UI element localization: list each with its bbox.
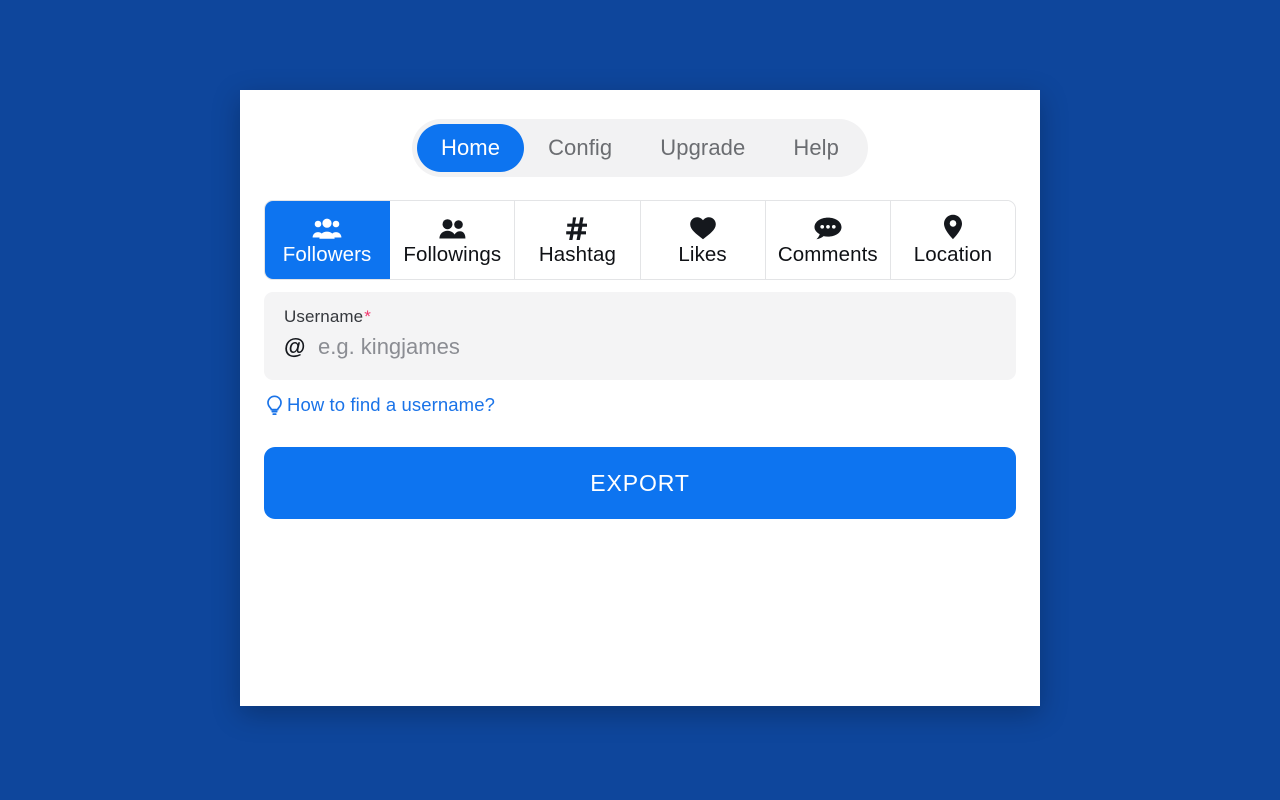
comment-bubble-icon	[813, 214, 843, 240]
username-label: Username	[284, 307, 364, 326]
nav-item-home-label: Home	[440, 135, 501, 160]
nav-item-help[interactable]: Help	[769, 124, 863, 172]
tab-followings-label: Followings	[403, 242, 502, 266]
required-asterisk: *	[364, 307, 371, 326]
tab-location[interactable]: Location	[890, 201, 1015, 279]
nav-item-upgrade[interactable]: Upgrade	[636, 124, 769, 172]
lightbulb-icon	[264, 394, 284, 416]
heart-icon	[689, 214, 717, 240]
username-label-row: Username*	[284, 307, 996, 327]
username-input-row: @	[284, 334, 996, 360]
how-to-find-username-label: How to find a username?	[287, 394, 495, 415]
two-people-icon	[437, 214, 467, 240]
group-three-people-icon	[312, 214, 342, 240]
tab-likes[interactable]: Likes	[640, 201, 766, 279]
tab-comments[interactable]: Comments	[765, 201, 891, 279]
export-button-label: EXPORT	[590, 469, 690, 496]
tab-followers-label: Followers	[282, 242, 372, 266]
export-button[interactable]: EXPORT	[264, 447, 1016, 519]
tab-hashtag[interactable]: Hashtag	[515, 201, 641, 279]
username-field-card: Username* @	[264, 292, 1016, 380]
top-nav-wrapper: Home Config Upgrade Help	[240, 90, 1040, 177]
app-window: Home Config Upgrade Help Followers Follo…	[240, 90, 1040, 706]
nav-item-upgrade-label: Upgrade	[660, 135, 746, 160]
nav-item-config-label: Config	[548, 135, 613, 160]
nav-item-config[interactable]: Config	[524, 124, 636, 172]
category-tab-bar: Followers Followings Hashtag Likes Comme…	[264, 200, 1016, 280]
tab-location-label: Location	[913, 242, 993, 266]
tab-comments-label: Comments	[777, 242, 878, 266]
nav-item-home[interactable]: Home	[416, 124, 525, 172]
how-to-find-username-link[interactable]: How to find a username?	[264, 394, 495, 416]
map-pin-icon	[942, 214, 964, 240]
nav-item-help-label: Help	[793, 135, 840, 160]
hash-icon	[564, 214, 590, 240]
tab-likes-label: Likes	[678, 242, 727, 266]
tab-followings[interactable]: Followings	[390, 201, 516, 279]
username-input[interactable]	[318, 334, 918, 360]
top-nav-bar: Home Config Upgrade Help	[411, 119, 869, 177]
at-symbol-icon: @	[284, 334, 306, 359]
tab-followers[interactable]: Followers	[265, 201, 391, 279]
tab-hashtag-label: Hashtag	[538, 242, 616, 266]
